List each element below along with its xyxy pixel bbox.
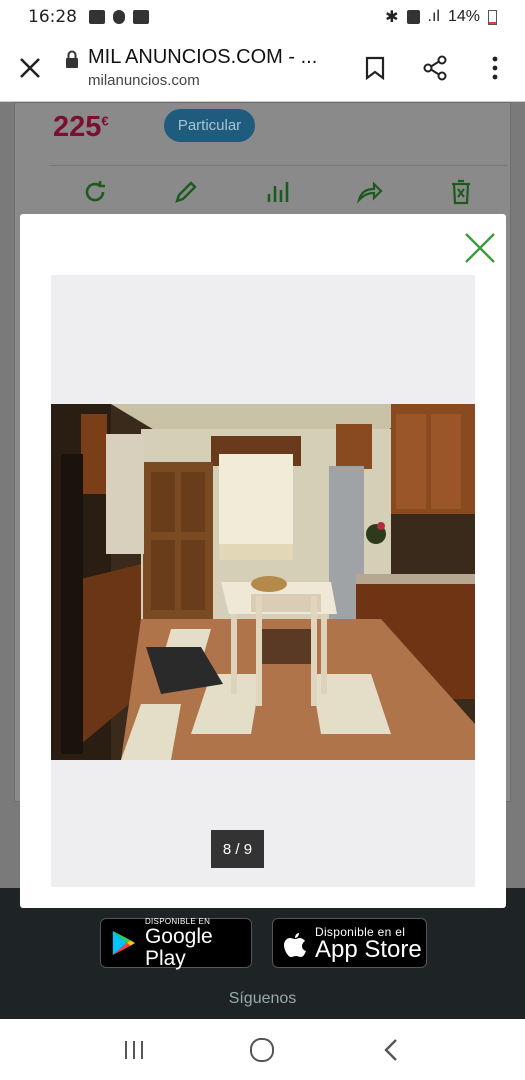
listing-price: 225€ bbox=[53, 111, 109, 143]
url-area[interactable]: MIL ANUNCIOS.COM - ... milanuncios.com bbox=[84, 46, 345, 89]
signal-icon: .ıl bbox=[427, 8, 440, 25]
seller-type-badge: Particular bbox=[164, 109, 255, 142]
battery-percent: 14% bbox=[447, 8, 480, 25]
follow-us-label: Síguenos bbox=[228, 990, 297, 1007]
app-store-button[interactable]: Disponible en el App Store bbox=[272, 918, 427, 968]
close-gallery-icon[interactable] bbox=[462, 230, 498, 266]
app-notification-icon bbox=[113, 10, 125, 24]
delete-icon[interactable] bbox=[445, 176, 477, 208]
photo-counter: 8 / 9 bbox=[211, 830, 264, 868]
bookmark-icon[interactable] bbox=[345, 34, 405, 102]
google-play-big-text: Google Play bbox=[144, 924, 213, 970]
forward-icon[interactable] bbox=[354, 176, 386, 208]
google-play-icon bbox=[112, 930, 136, 956]
app-store-big-text: App Store bbox=[315, 936, 422, 963]
refresh-icon[interactable] bbox=[79, 176, 111, 208]
image-notification-icon bbox=[89, 10, 105, 24]
more-options-icon[interactable] bbox=[465, 34, 525, 102]
status-bar: 16:28 ✱ .ıl 14% bbox=[0, 0, 525, 34]
stats-icon[interactable] bbox=[262, 176, 294, 208]
recent-apps-icon[interactable] bbox=[114, 1030, 154, 1070]
data-icon bbox=[406, 10, 420, 24]
lock-icon[interactable] bbox=[60, 50, 84, 68]
notification-icons bbox=[89, 10, 149, 24]
bluetooth-icon: ✱ bbox=[385, 9, 399, 26]
record-notification-icon bbox=[133, 10, 149, 24]
edit-icon[interactable] bbox=[170, 176, 202, 208]
listing-actions bbox=[49, 165, 507, 217]
google-play-button[interactable]: DISPONIBLE EN Google Play bbox=[100, 917, 252, 970]
status-time: 16:28 bbox=[28, 7, 77, 27]
apple-icon bbox=[284, 933, 306, 957]
share-icon[interactable] bbox=[405, 34, 465, 102]
system-navigation-bar bbox=[0, 1019, 525, 1080]
close-tab-icon[interactable] bbox=[0, 34, 60, 102]
home-icon[interactable] bbox=[242, 1030, 282, 1070]
listing-photo[interactable] bbox=[51, 404, 475, 760]
battery-icon bbox=[488, 9, 497, 25]
page-domain: milanuncios.com bbox=[88, 72, 200, 89]
page-title: MIL ANUNCIOS.COM - ... bbox=[88, 46, 318, 68]
photo-gallery-modal: 8 / 9 bbox=[20, 214, 506, 908]
browser-toolbar: MIL ANUNCIOS.COM - ... milanuncios.com bbox=[0, 34, 525, 102]
photo-viewer[interactable]: 8 / 9 bbox=[51, 275, 475, 887]
back-icon[interactable] bbox=[371, 1030, 411, 1070]
